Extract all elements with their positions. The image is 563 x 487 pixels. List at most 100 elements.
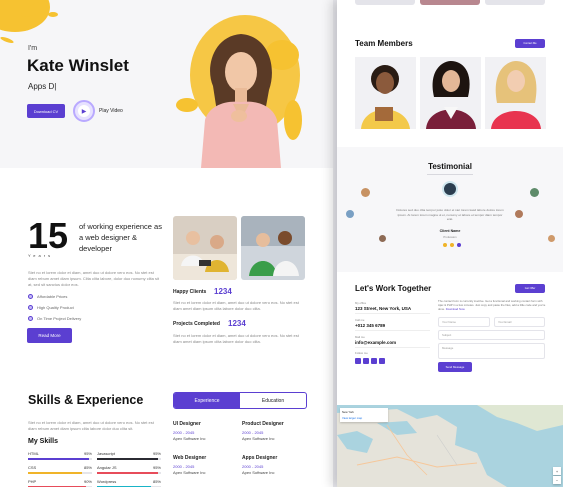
play-icon: ▶ — [78, 105, 90, 117]
testimonial-title: Testimonial — [428, 162, 472, 171]
skill-percent: 85% — [83, 465, 92, 470]
tab-education[interactable]: Education — [240, 393, 306, 408]
hero-greeting: I'm — [28, 45, 38, 52]
get-offer-button[interactable]: Get Offer — [515, 284, 545, 293]
stat-value-projects-completed: 1234 — [228, 319, 246, 328]
zoom-out-button[interactable]: − — [553, 476, 561, 484]
paint-splash-decoration — [0, 35, 15, 45]
contact-phone: Call me +012 345 6789 — [355, 318, 430, 331]
client-profession: Profession — [443, 235, 457, 239]
tab-experience[interactable]: Experience — [174, 393, 240, 408]
skill-name: HTML — [28, 451, 39, 456]
check-icon — [28, 294, 33, 299]
team-members-title: Team Members — [355, 39, 413, 48]
skills-title: Skills & Experience — [28, 393, 144, 407]
send-message-button[interactable]: Send Message — [438, 362, 472, 372]
experience-headline: of working experience as a web designer … — [79, 222, 162, 253]
card-edge — [420, 0, 480, 5]
skill-percent: 95% — [152, 465, 161, 470]
team-member-photo-3 — [485, 57, 546, 129]
skill-track — [28, 472, 92, 474]
stat-text: Stet no et lorem dolor et diam, amet duo… — [173, 333, 299, 344]
read-more-button[interactable]: Read More — [27, 328, 72, 343]
skill-name: Angular JS — [97, 465, 117, 470]
zoom-in-button[interactable]: + — [553, 467, 561, 475]
skill-track — [97, 458, 161, 460]
testimonial-pagination — [443, 243, 461, 247]
contact-follow: Follow me — [355, 351, 368, 355]
skill-percent: 90% — [83, 479, 92, 484]
hero-role-typing: Apps D| — [28, 82, 57, 91]
twitter-icon[interactable] — [355, 358, 361, 364]
contact-email: Mail me info@example.com — [355, 335, 430, 348]
contact-office: My office 123 Street, New York, USA — [355, 301, 430, 314]
client-avatar-active[interactable] — [442, 181, 458, 197]
about-paragraph: Stet no et lorem dolor et diam, amet duo… — [28, 270, 159, 287]
skill-percent: 95% — [83, 451, 92, 456]
location-map[interactable]: New York View larger map + − — [337, 405, 563, 487]
client-avatar-small[interactable] — [361, 188, 370, 197]
card-edge — [485, 0, 545, 5]
check-icon — [28, 316, 33, 321]
job-item: UI Designer 2000 - 2045 Apex Software In… — [173, 421, 206, 441]
client-avatar-small[interactable] — [530, 188, 539, 197]
social-links — [355, 358, 385, 364]
feature-item: On Time Project Delivery — [28, 316, 81, 321]
office-photo-1 — [173, 216, 237, 280]
feature-item: Affordable Prices — [28, 294, 67, 299]
client-avatar-small[interactable] — [346, 210, 354, 218]
skill-fill — [97, 458, 158, 460]
skill-track — [28, 458, 92, 460]
title-divider — [427, 174, 473, 175]
card-edge — [355, 0, 415, 5]
testimonial-quote: Dolores sed duo clita tempor justo dolor… — [396, 208, 504, 222]
hero-section: I'm Kate Winslet Apps D| Download CV ▶ P… — [0, 0, 333, 168]
right-page: Team Members Contact Me Testimonial Dolo… — [337, 0, 563, 487]
pagination-dot[interactable] — [457, 243, 461, 247]
years-label: Years — [28, 253, 54, 258]
download-cv-button[interactable]: Download CV — [27, 104, 65, 118]
client-avatar-small[interactable] — [515, 210, 523, 218]
stat-label-happy-clients: Happy Clients — [173, 289, 207, 295]
stat-value-happy-clients: 1234 — [214, 287, 232, 296]
skills-tabs: Experience Education — [173, 392, 307, 409]
download-now-link[interactable]: Download Now. — [446, 307, 465, 311]
instagram-icon[interactable] — [379, 358, 385, 364]
map-place-card: New York View larger map — [340, 408, 388, 422]
skill-fill — [28, 472, 83, 474]
message-textarea[interactable]: Message — [438, 343, 545, 359]
skill-percent: 85% — [152, 479, 161, 484]
feature-item: High Quality Product — [28, 305, 74, 310]
play-video-button[interactable]: ▶ — [73, 100, 95, 122]
skill-fill — [97, 472, 158, 474]
skill-name: Wordpress — [97, 479, 117, 484]
contact-title: Let's Work Together — [355, 284, 432, 293]
skill-percent: 95% — [152, 451, 161, 456]
office-photo-2 — [241, 216, 305, 280]
team-member-photo-1 — [355, 57, 416, 129]
job-item: Apps Designer 2000 - 2045 Apex Software … — [242, 455, 278, 475]
name-input[interactable]: Your Name — [438, 317, 490, 327]
team-contact-button[interactable]: Contact Me — [515, 39, 545, 48]
view-larger-map-link[interactable]: View larger map — [342, 416, 386, 420]
left-page: I'm Kate Winslet Apps D| Download CV ▶ P… — [0, 0, 333, 487]
linkedin-icon[interactable] — [371, 358, 377, 364]
client-name: Client Name — [439, 229, 461, 233]
email-input[interactable]: Your Email — [494, 317, 545, 327]
skill-name: CSS — [28, 465, 37, 470]
stat-label-projects-completed: Projects Completed — [173, 321, 220, 327]
pagination-dot[interactable] — [443, 243, 447, 247]
job-item: Web Designer 2000 - 2045 Apex Software I… — [173, 455, 207, 475]
check-icon — [28, 305, 33, 310]
pagination-dot[interactable] — [450, 243, 454, 247]
years-number: 15 — [28, 215, 69, 256]
facebook-icon[interactable] — [363, 358, 369, 364]
skill-fill — [28, 458, 89, 460]
paint-splash-decoration — [48, 12, 58, 17]
play-video-label: Play Video — [99, 108, 123, 114]
skills-paragraph: Stet no et lorem dolor et diam, amet duo… — [28, 420, 154, 431]
subject-input[interactable]: Subject — [438, 330, 545, 340]
skill-name: Javascript — [97, 451, 116, 456]
my-skills-title: My Skills — [28, 438, 58, 445]
stat-text: Stet no et lorem dolor et diam, amet duo… — [173, 300, 299, 311]
